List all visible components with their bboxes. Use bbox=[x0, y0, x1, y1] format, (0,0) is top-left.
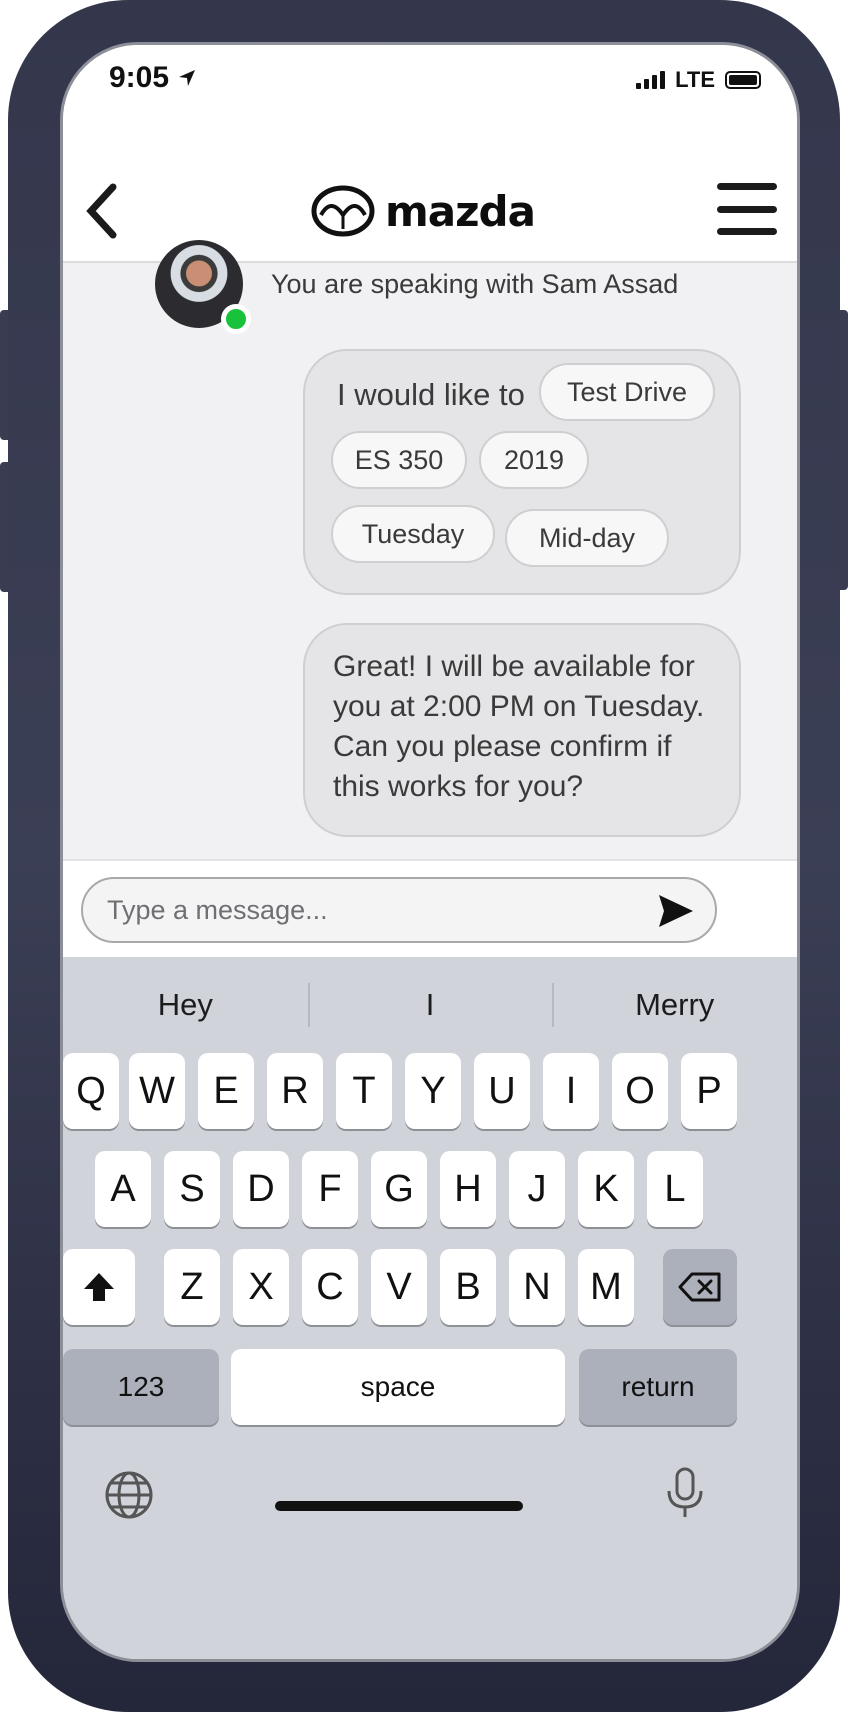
predictive-bar: Hey I Merry bbox=[63, 957, 797, 1053]
key-u[interactable]: U bbox=[474, 1053, 530, 1129]
power-button bbox=[840, 310, 848, 590]
chip-day[interactable]: Tuesday bbox=[331, 505, 495, 563]
key-l[interactable]: L bbox=[647, 1151, 703, 1227]
key-g[interactable]: G bbox=[371, 1151, 427, 1227]
back-button[interactable] bbox=[81, 181, 121, 241]
network-type: LTE bbox=[675, 67, 715, 92]
backspace-icon bbox=[678, 1272, 721, 1302]
brand-name: mazda bbox=[385, 186, 536, 236]
status-indicators: LTE bbox=[636, 67, 761, 93]
key-v[interactable]: V bbox=[371, 1249, 427, 1325]
globe-icon bbox=[105, 1471, 153, 1519]
key-x[interactable]: X bbox=[233, 1249, 289, 1325]
chevron-left-icon bbox=[86, 183, 117, 239]
key-a[interactable]: A bbox=[95, 1151, 151, 1227]
return-key[interactable]: return bbox=[579, 1349, 737, 1425]
suggestion-1[interactable]: Hey bbox=[63, 957, 308, 1053]
key-c[interactable]: C bbox=[302, 1249, 358, 1325]
chip-time-of-day[interactable]: Mid-day bbox=[505, 509, 669, 567]
screen: 9:05 LTE mazda You are speaking with Sam… bbox=[60, 42, 800, 1662]
agent-banner: You are speaking with Sam Assad bbox=[155, 240, 679, 334]
key-t[interactable]: T bbox=[336, 1053, 392, 1129]
send-button[interactable] bbox=[657, 893, 695, 929]
send-icon bbox=[659, 895, 693, 927]
key-q[interactable]: Q bbox=[63, 1053, 119, 1129]
key-w[interactable]: W bbox=[129, 1053, 185, 1129]
key-p[interactable]: P bbox=[681, 1053, 737, 1129]
agent-label: You are speaking with Sam Assad bbox=[271, 268, 679, 299]
status-bar: 9:05 LTE bbox=[63, 45, 797, 123]
key-h[interactable]: H bbox=[440, 1151, 496, 1227]
key-j[interactable]: J bbox=[509, 1151, 565, 1227]
backspace-key[interactable] bbox=[663, 1249, 737, 1325]
message-input[interactable] bbox=[105, 879, 645, 941]
key-f[interactable]: F bbox=[302, 1151, 358, 1227]
chip-test-drive[interactable]: Test Drive bbox=[539, 363, 715, 421]
message-input-box bbox=[81, 877, 717, 943]
shift-arrow-icon bbox=[84, 1273, 114, 1301]
suggestion-3[interactable]: Merry bbox=[552, 957, 797, 1053]
dictation-key[interactable] bbox=[663, 1465, 707, 1521]
battery-icon bbox=[725, 71, 761, 89]
key-z[interactable]: Z bbox=[164, 1249, 220, 1325]
onscreen-keyboard: Hey I Merry Q W E R T Y U I O P A S D F … bbox=[63, 957, 797, 1659]
numbers-key[interactable]: 123 bbox=[63, 1349, 219, 1425]
key-s[interactable]: S bbox=[164, 1151, 220, 1227]
mazda-emblem-icon bbox=[311, 185, 375, 237]
selection-lead: I would like to bbox=[337, 377, 525, 412]
agent-avatar bbox=[155, 240, 251, 334]
phone-frame: 9:05 LTE mazda You are speaking with Sam… bbox=[0, 0, 848, 1712]
key-k[interactable]: K bbox=[578, 1151, 634, 1227]
key-b[interactable]: B bbox=[440, 1249, 496, 1325]
key-y[interactable]: Y bbox=[405, 1053, 461, 1129]
key-n[interactable]: N bbox=[509, 1249, 565, 1325]
online-status-dot bbox=[221, 304, 251, 334]
key-e[interactable]: E bbox=[198, 1053, 254, 1129]
cellular-signal-icon bbox=[636, 71, 666, 89]
volume-button bbox=[0, 462, 8, 592]
selection-bubble: I would like to Test Drive ES 350 2019 T… bbox=[303, 349, 741, 595]
chip-model[interactable]: ES 350 bbox=[331, 431, 467, 489]
mute-switch bbox=[0, 310, 8, 440]
hamburger-icon bbox=[717, 183, 777, 190]
status-time-text: 9:05 bbox=[109, 61, 170, 94]
suggestion-2[interactable]: I bbox=[307, 957, 553, 1053]
key-d[interactable]: D bbox=[233, 1151, 289, 1227]
location-arrow-icon bbox=[179, 70, 196, 86]
space-key[interactable]: space bbox=[231, 1349, 565, 1425]
key-m[interactable]: M bbox=[578, 1249, 634, 1325]
shift-key[interactable] bbox=[63, 1249, 135, 1325]
home-indicator bbox=[275, 1501, 523, 1511]
key-i[interactable]: I bbox=[543, 1053, 599, 1129]
chip-year[interactable]: 2019 bbox=[479, 431, 589, 489]
status-time: 9:05 bbox=[109, 61, 197, 95]
key-r[interactable]: R bbox=[267, 1053, 323, 1129]
agent-reply-bubble: Great! I will be available for you at 2:… bbox=[303, 623, 741, 837]
brand-logo: mazda bbox=[311, 185, 536, 237]
menu-button[interactable] bbox=[717, 183, 777, 235]
microphone-icon bbox=[667, 1467, 703, 1517]
message-composer bbox=[63, 859, 797, 957]
key-o[interactable]: O bbox=[612, 1053, 668, 1129]
globe-key[interactable] bbox=[103, 1469, 155, 1521]
